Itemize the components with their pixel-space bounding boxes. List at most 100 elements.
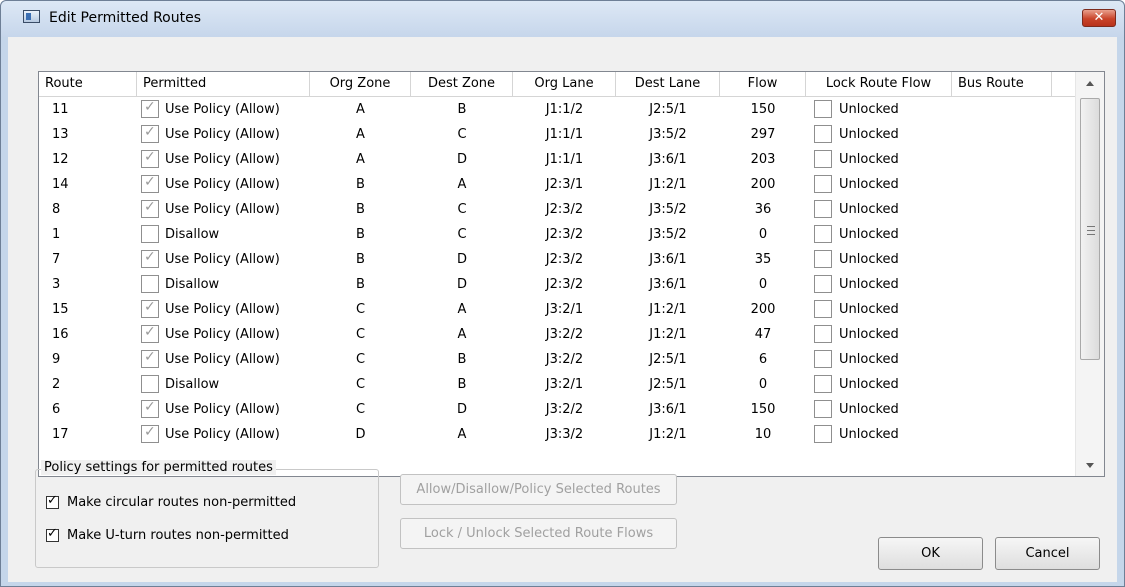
table-row[interactable]: 11 A B J1:1/2 J2:5/1 150 Use Policy (Allow) Unl… xyxy=(39,97,1075,122)
cell-org-zone: A xyxy=(356,127,365,142)
lock-flow-checkbox[interactable] xyxy=(814,325,832,343)
scroll-up-icon[interactable] xyxy=(1086,81,1094,86)
cell-route: 11 xyxy=(52,102,69,117)
cell-flow: 10 xyxy=(754,427,772,442)
lock-flow-checkbox[interactable] xyxy=(814,200,832,218)
column-header-bus-route[interactable]: Bus Route xyxy=(952,72,1052,96)
circular-routes-checkbox[interactable] xyxy=(46,493,59,509)
table-row[interactable]: 16 C A J3:2/2 J1:2/1 47 Use Policy (Allow) Unlo… xyxy=(39,322,1075,347)
cell-dest-zone: A xyxy=(457,302,467,317)
lock-flow-checkbox[interactable] xyxy=(814,100,832,118)
cell-dest-lane: J3:5/2 xyxy=(649,127,687,142)
table-row[interactable]: 12 A D J1:1/1 J3:6/1 203 Use Policy (Allow) Unl… xyxy=(39,147,1075,172)
cell-bus xyxy=(952,222,1052,247)
cell-flow: 0 xyxy=(758,277,768,292)
permitted-checkbox[interactable] xyxy=(141,124,159,143)
cell-dest-lane: J1:2/1 xyxy=(649,302,687,317)
lock-flow-checkbox[interactable] xyxy=(814,175,832,193)
table-row[interactable]: 9 C B J3:2/2 J2:5/1 6 Use Policy (Allow) Unlock… xyxy=(39,347,1075,372)
scroll-thumb[interactable] xyxy=(1080,98,1100,360)
scroll-down-icon[interactable] xyxy=(1086,463,1094,468)
cell-route: 6 xyxy=(52,402,61,417)
routes-table[interactable]: Route Permitted Org Zone Dest Zone Org L… xyxy=(38,71,1105,477)
cell-dest-lane: J3:5/2 xyxy=(649,202,687,217)
cell-route: 3 xyxy=(52,277,61,292)
lock-flow-checkbox[interactable] xyxy=(814,275,832,293)
cell-dest-lane: J1:2/1 xyxy=(649,427,687,442)
cell-dest-zone: A xyxy=(457,427,467,442)
lock-flow-checkbox[interactable] xyxy=(814,150,832,168)
cell-lock-route-flow: Unlocked xyxy=(839,352,899,367)
cell-org-lane: J1:1/1 xyxy=(545,127,584,142)
column-header-flow[interactable]: Flow xyxy=(720,72,806,96)
cell-dest-lane: J3:6/1 xyxy=(649,277,687,292)
table-row[interactable]: 13 A C J1:1/1 J3:5/2 297 Use Policy (Allow) Unl… xyxy=(39,122,1075,147)
permitted-checkbox[interactable] xyxy=(141,349,159,368)
column-header-dest-zone[interactable]: Dest Zone xyxy=(411,72,513,96)
u-turn-routes-checkbox[interactable] xyxy=(46,526,59,542)
permitted-checkbox[interactable] xyxy=(141,424,159,443)
lock-flow-checkbox[interactable] xyxy=(814,300,832,318)
permitted-checkbox[interactable] xyxy=(141,275,159,293)
cell-dest-zone: C xyxy=(457,202,467,217)
cell-org-zone: B xyxy=(356,252,365,267)
title-bar[interactable]: Edit Permitted Routes ✕ xyxy=(1,1,1124,37)
cell-dest-lane: J3:6/1 xyxy=(649,252,687,267)
table-row[interactable]: 1 B C J2:3/2 J3:5/2 0 Disallow Unlocked xyxy=(39,222,1075,247)
permitted-checkbox[interactable] xyxy=(141,225,159,243)
lock-flow-checkbox[interactable] xyxy=(814,250,832,268)
table-row[interactable]: 7 B D J2:3/2 J3:6/1 35 Use Policy (Allow) Unloc… xyxy=(39,247,1075,272)
column-header-org-lane[interactable]: Org Lane xyxy=(513,72,616,96)
lock-flow-checkbox[interactable] xyxy=(814,425,832,443)
cell-dest-lane: J2:5/1 xyxy=(649,102,687,117)
cell-route: 2 xyxy=(52,377,61,392)
table-row[interactable]: 17 D A J3:3/2 J1:2/1 10 Use Policy (Allow) Unlo… xyxy=(39,422,1075,447)
table-row[interactable]: 15 C A J3:2/1 J1:2/1 200 Use Policy (Allow) Unl… xyxy=(39,297,1075,322)
column-header-dest-lane[interactable]: Dest Lane xyxy=(616,72,720,96)
cell-org-zone: A xyxy=(356,102,365,117)
permitted-checkbox[interactable] xyxy=(141,99,159,118)
permitted-checkbox[interactable] xyxy=(141,324,159,343)
cell-bus xyxy=(952,372,1052,397)
table-row[interactable]: 2 C B J3:2/1 J2:5/1 0 Disallow Unlocked xyxy=(39,372,1075,397)
cell-bus xyxy=(952,172,1052,197)
column-header-route[interactable]: Route xyxy=(39,72,137,96)
lock-flow-checkbox[interactable] xyxy=(814,400,832,418)
permitted-checkbox[interactable] xyxy=(141,399,159,418)
permitted-checkbox[interactable] xyxy=(141,174,159,193)
close-button[interactable]: ✕ xyxy=(1082,9,1116,27)
permitted-checkbox[interactable] xyxy=(141,199,159,218)
cell-dest-lane: J3:6/1 xyxy=(649,152,687,167)
lock-flow-checkbox[interactable] xyxy=(814,125,832,143)
lock-flow-checkbox[interactable] xyxy=(814,350,832,368)
lock-flow-checkbox[interactable] xyxy=(814,225,832,243)
cell-lock-route-flow: Unlocked xyxy=(839,252,899,267)
permitted-checkbox[interactable] xyxy=(141,249,159,268)
cell-bus xyxy=(952,197,1052,222)
lock-flow-checkbox[interactable] xyxy=(814,375,832,393)
cell-org-lane: J1:1/2 xyxy=(545,102,584,117)
cell-bus xyxy=(952,272,1052,297)
permitted-checkbox[interactable] xyxy=(141,299,159,318)
column-header-permitted[interactable]: Permitted xyxy=(137,72,310,96)
ok-button[interactable]: OK xyxy=(878,537,983,570)
allow-disallow-policy-button[interactable]: Allow/Disallow/Policy Selected Routes xyxy=(400,474,677,505)
cell-lock-route-flow: Unlocked xyxy=(839,102,899,117)
cancel-button[interactable]: Cancel xyxy=(995,537,1100,570)
table-row[interactable]: 8 B C J2:3/2 J3:5/2 36 Use Policy (Allow) Unloc… xyxy=(39,197,1075,222)
table-row[interactable]: 14 B A J2:3/1 J1:2/1 200 Use Policy (Allow) Unl… xyxy=(39,172,1075,197)
cell-bus xyxy=(952,147,1052,172)
column-header-org-zone[interactable]: Org Zone xyxy=(310,72,411,96)
permitted-checkbox[interactable] xyxy=(141,375,159,393)
cell-lock-route-flow: Unlocked xyxy=(839,402,899,417)
permitted-checkbox[interactable] xyxy=(141,149,159,168)
cell-route: 12 xyxy=(52,152,69,167)
vertical-scrollbar[interactable] xyxy=(1075,72,1104,476)
column-header-lock-route-flow[interactable]: Lock Route Flow xyxy=(806,72,952,96)
table-row[interactable]: 6 C D J3:2/2 J3:6/1 150 Use Policy (Allow) Unlo… xyxy=(39,397,1075,422)
cell-org-zone: B xyxy=(356,277,365,292)
lock-unlock-flows-button[interactable]: Lock / Unlock Selected Route Flows xyxy=(400,518,677,549)
cell-dest-lane: J3:5/2 xyxy=(649,227,687,242)
table-row[interactable]: 3 B D J2:3/2 J3:6/1 0 Disallow Unlocked xyxy=(39,272,1075,297)
cell-org-zone: B xyxy=(356,227,365,242)
